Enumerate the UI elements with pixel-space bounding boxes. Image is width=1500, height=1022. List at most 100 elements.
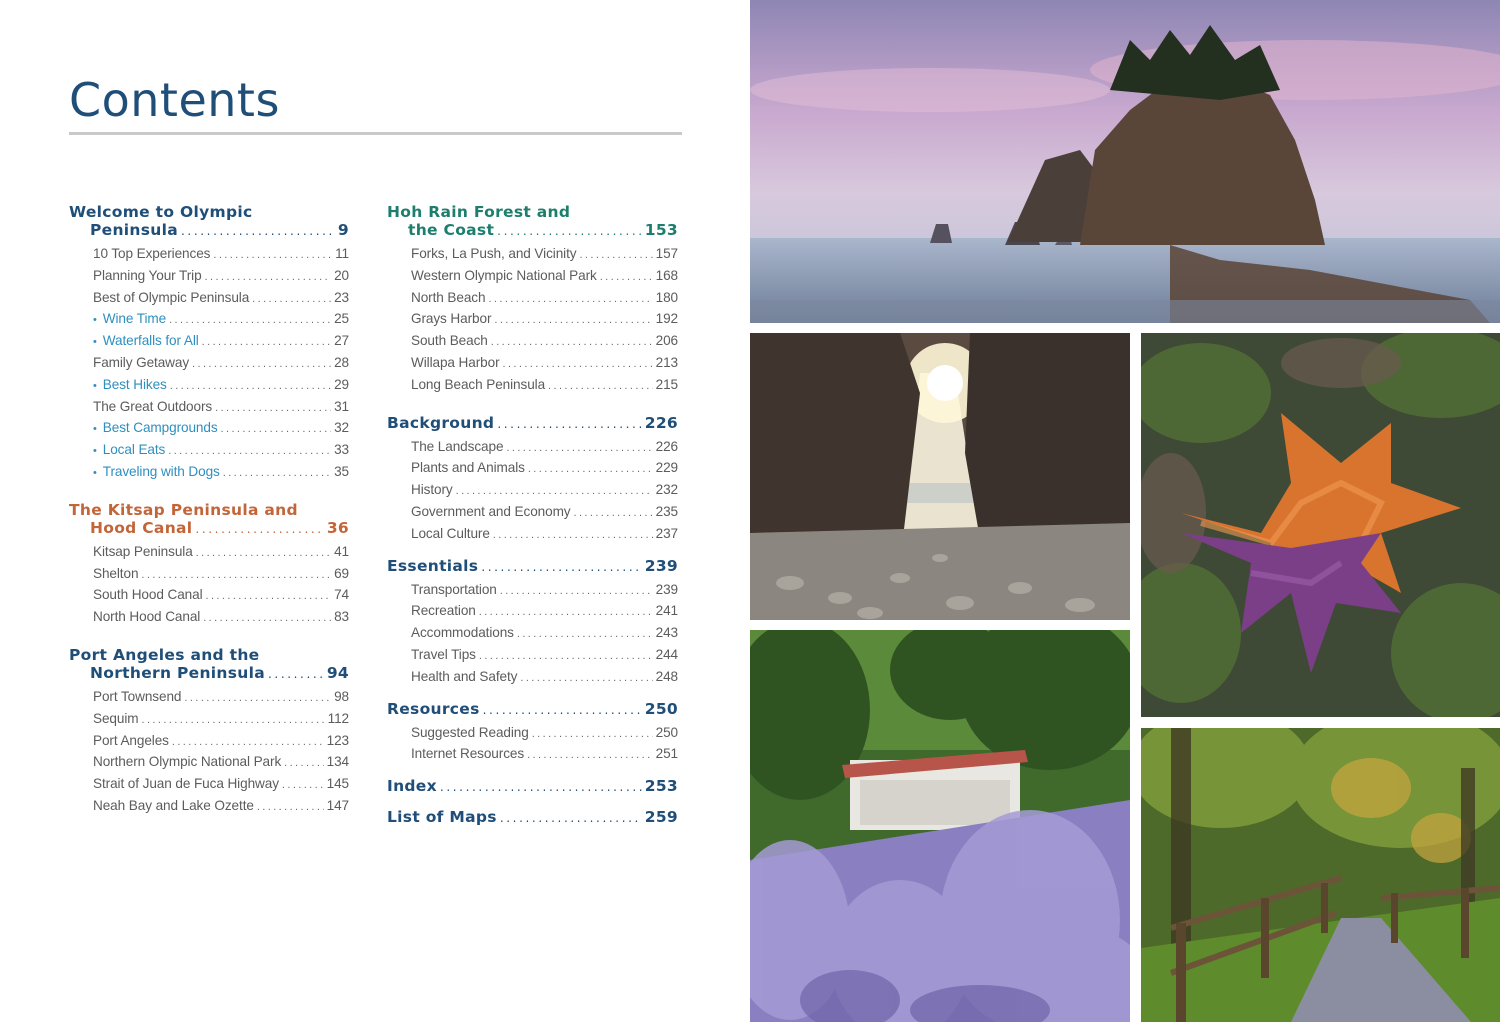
toc-item-page: 226 xyxy=(655,438,678,454)
section-heading: Essentials 239 xyxy=(387,557,678,576)
toc-item: South Hood Canal 74 xyxy=(69,584,349,606)
section-heading: Resources 250 xyxy=(387,700,678,719)
photo-collage xyxy=(750,0,1500,1022)
dot-leader xyxy=(213,245,332,267)
toc-item-label: Travel Tips xyxy=(411,646,476,662)
section-page-number: 239 xyxy=(644,556,678,575)
dot-leader xyxy=(494,310,652,332)
toc-item-page: 28 xyxy=(334,354,349,370)
toc-item: Family Getaway 28 xyxy=(69,352,349,374)
toc-item-page: 239 xyxy=(655,581,678,597)
dot-leader xyxy=(223,463,331,485)
toc-item-label: The Landscape xyxy=(411,438,504,454)
toc-item-label: Internet Resources xyxy=(411,746,525,762)
toc-item-page: 229 xyxy=(655,460,678,476)
toc-item: Kitsap Peninsula 41 xyxy=(69,541,349,563)
toc-section: Essentials 239 Transportation 239 Recreation… xyxy=(387,557,678,688)
dot-leader xyxy=(141,565,331,587)
toc-item-label: Wine Time xyxy=(102,311,167,327)
dot-leader xyxy=(196,543,331,565)
section-page-number: 9 xyxy=(337,221,349,239)
dot-leader xyxy=(170,376,331,398)
toc-item-label: Local Culture xyxy=(411,525,490,541)
section-title-line-1: Hoh Rain Forest and xyxy=(387,203,571,221)
toc-item-page: 145 xyxy=(326,776,349,792)
toc-item-label: Plants and Animals xyxy=(411,460,525,476)
rain-forest-path-photo xyxy=(1141,728,1500,1022)
toc-section: Port Angeles and theNorthern Peninsula 94… xyxy=(69,646,349,817)
section-title-row: Essentials 239 xyxy=(387,557,678,576)
toc-item-page: 20 xyxy=(334,267,349,283)
toc-item-page: 147 xyxy=(326,797,349,813)
toc-item-list: Transportation 239 Recreation 241 Accommodat… xyxy=(387,579,678,688)
dot-leader xyxy=(500,809,642,827)
bullet-icon: • xyxy=(93,314,97,327)
dot-leader xyxy=(205,267,332,289)
toc-item: • Wine Time 25 xyxy=(69,308,349,330)
toc-item: Local Culture 237 xyxy=(387,523,678,545)
toc-item-page: 25 xyxy=(334,311,349,327)
section-title-row: Hood Canal 36 xyxy=(69,519,349,538)
toc-item: Willapa Harbor 213 xyxy=(387,352,678,374)
bullet-icon: • xyxy=(93,379,97,392)
toc-item-page: 168 xyxy=(655,267,678,283)
dot-leader xyxy=(506,438,652,460)
toc-item: North Beach 180 xyxy=(387,287,678,309)
toc-section: Index 253 xyxy=(387,777,678,796)
toc-item-page: 192 xyxy=(655,311,678,327)
dot-leader xyxy=(503,354,653,376)
toc-item-page: 251 xyxy=(655,746,678,762)
section-title-row: the Coast 153 xyxy=(387,221,678,240)
toc-item: Strait of Juan de Fuca Highway 145 xyxy=(69,773,349,795)
sea-stack-photo xyxy=(750,0,1500,323)
toc-item: • Waterfalls for All 27 xyxy=(69,330,349,352)
toc-item-page: 23 xyxy=(334,289,349,305)
toc-item: Government and Economy 235 xyxy=(387,501,678,523)
toc-item-page: 27 xyxy=(334,333,349,349)
toc-item: • Best Campgrounds 32 xyxy=(69,417,349,439)
section-title-row: Index 253 xyxy=(387,777,678,796)
toc-item-page: 98 xyxy=(334,688,349,704)
toc-section: List of Maps 259 xyxy=(387,808,678,827)
toc-item-label: North Hood Canal xyxy=(93,609,201,625)
section-heading: Index 253 xyxy=(387,777,678,796)
dot-leader xyxy=(181,222,335,240)
toc-item-page: 244 xyxy=(655,646,678,662)
toc-item-page: 206 xyxy=(655,333,678,349)
dot-leader xyxy=(517,624,653,646)
bullet-icon: • xyxy=(93,423,97,436)
toc-item: Health and Safety 248 xyxy=(387,666,678,688)
contents-page: Contents Welcome to OlympicPeninsula 9 10 … xyxy=(0,0,750,1022)
toc-item-page: 134 xyxy=(326,754,349,770)
section-heading: List of Maps 259 xyxy=(387,808,678,827)
toc-item: Recreation 241 xyxy=(387,600,678,622)
toc-item-label: History xyxy=(411,482,453,498)
toc-item-label: Forks, La Push, and Vicinity xyxy=(411,246,577,261)
dot-leader xyxy=(142,710,325,732)
section-title-line-2: List of Maps xyxy=(387,808,497,827)
toc-item-list: Kitsap Peninsula 41 Shelton 69 South Hood Ca… xyxy=(69,541,349,628)
toc-item-page: 41 xyxy=(334,543,349,559)
toc-item: Suggested Reading 250 xyxy=(387,722,678,744)
toc-item-list: The Landscape 226 Plants and Animals 229 His… xyxy=(387,436,678,545)
section-page-number: 259 xyxy=(644,808,678,827)
toc-item-page: 35 xyxy=(334,463,349,479)
toc-section: Hoh Rain Forest andthe Coast 153 Forks, La… xyxy=(387,203,678,396)
title-divider xyxy=(69,132,682,135)
toc-item-page: 33 xyxy=(334,442,349,458)
toc-item-page: 83 xyxy=(334,609,349,625)
toc-item: Travel Tips 244 xyxy=(387,644,678,666)
section-title-row: Background 226 xyxy=(387,414,678,433)
toc-item-page: 243 xyxy=(655,625,678,641)
toc-item-label: The Great Outdoors xyxy=(93,398,213,414)
dot-leader xyxy=(600,267,653,289)
toc-item: • Traveling with Dogs 35 xyxy=(69,461,349,483)
dot-leader xyxy=(491,332,653,354)
toc-item-label: Planning Your Trip xyxy=(93,267,202,283)
dot-leader xyxy=(195,520,323,538)
bullet-icon: • xyxy=(93,445,97,458)
dot-leader xyxy=(527,745,653,767)
bullet-icon: • xyxy=(93,336,97,349)
toc-item-page: 232 xyxy=(655,482,678,498)
toc-item-label: Transportation xyxy=(411,581,497,597)
